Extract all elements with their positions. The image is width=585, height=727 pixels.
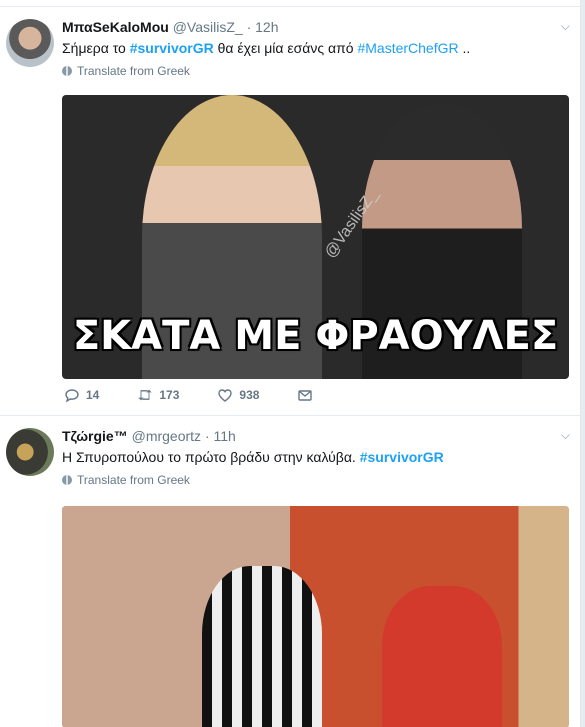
tweet-timestamp[interactable]: 12h	[255, 19, 278, 35]
tweet[interactable]: ⌵ ΜπαSeKaloMou @VasilisZ_ · 12h Σήμερα τ…	[0, 7, 580, 416]
direct-message-button[interactable]	[297, 387, 313, 403]
heart-icon	[217, 387, 233, 403]
translate-link[interactable]: Translate from Greek	[62, 64, 570, 78]
tweet-text-part: ..	[458, 40, 471, 56]
like-count: 938	[239, 388, 260, 402]
media-person-left	[202, 566, 322, 727]
translate-label: Translate from Greek	[77, 64, 190, 78]
like-button[interactable]: 938	[217, 387, 259, 403]
tweet-text: Η Σπυροπούλου το πρώτο βράδυ στην καλύβα…	[62, 447, 570, 467]
retweet-count: 173	[159, 388, 180, 402]
retweet-icon	[137, 387, 153, 403]
tweet-text-part: Σήμερα το	[62, 40, 130, 56]
envelope-icon	[297, 387, 313, 403]
tweet[interactable]: ⌵ Τζώrgie™ @mrgeortz · 11h Η Σπυροπούλου…	[0, 416, 580, 727]
translate-link[interactable]: Translate from Greek	[62, 473, 570, 487]
retweet-button[interactable]: 173	[137, 387, 179, 403]
separator-dot: ·	[246, 19, 252, 35]
media-caption: ΣΚΑΤΑ ΜΕ ΦΡΑΟΥΛΕΣ	[72, 313, 559, 359]
globe-icon	[62, 66, 72, 76]
avatar[interactable]	[6, 19, 54, 67]
tweet-text: Σήμερα το #survivorGR θα έχει μία εσάνς …	[62, 38, 570, 58]
tweet-text-part: θα έχει μία εσάνς από	[213, 40, 358, 56]
reply-icon	[64, 387, 80, 403]
tweet-header: Τζώrgie™ @mrgeortz · 11h	[62, 426, 570, 446]
user-name[interactable]: Τζώrgie™	[62, 428, 128, 444]
timeline: ⌵ ΜπαSeKaloMou @VasilisZ_ · 12h Σήμερα τ…	[0, 0, 581, 727]
tweet-actions: 14 173 938	[64, 387, 351, 403]
avatar[interactable]	[6, 428, 54, 476]
user-name[interactable]: ΜπαSeKaloMou	[62, 19, 169, 35]
tweet-text-part: Η Σπυροπούλου το πρώτο βράδυ στην καλύβα…	[62, 449, 360, 465]
reply-count: 14	[86, 388, 100, 402]
media-person-right	[382, 586, 502, 727]
tweet-content: Τζώrgie™ @mrgeortz · 11h Η Σπυροπούλου τ…	[62, 426, 570, 487]
tweet-media[interactable]: @VasilisZ_ ΣΚΑΤΑ ΜΕ ΦΡΑΟΥΛΕΣ	[62, 95, 569, 379]
tweet-content: ΜπαSeKaloMou @VasilisZ_ · 12h Σήμερα το …	[62, 17, 570, 78]
globe-icon	[62, 475, 72, 485]
hashtag-link[interactable]: #MasterChefGR	[357, 40, 458, 56]
user-handle[interactable]: @VasilisZ_	[173, 19, 243, 35]
timeline-top-divider	[0, 0, 580, 7]
hashtag-link[interactable]: #survivorGR	[130, 40, 214, 56]
hashtag-link[interactable]: #survivorGR	[360, 449, 444, 465]
reply-button[interactable]: 14	[64, 387, 99, 403]
tweet-media[interactable]	[62, 506, 569, 727]
tweet-timestamp[interactable]: 11h	[214, 428, 236, 444]
translate-label: Translate from Greek	[77, 473, 190, 487]
tweet-header: ΜπαSeKaloMou @VasilisZ_ · 12h	[62, 17, 570, 37]
user-handle[interactable]: @mrgeortz	[132, 428, 201, 444]
separator-dot: ·	[204, 428, 210, 444]
